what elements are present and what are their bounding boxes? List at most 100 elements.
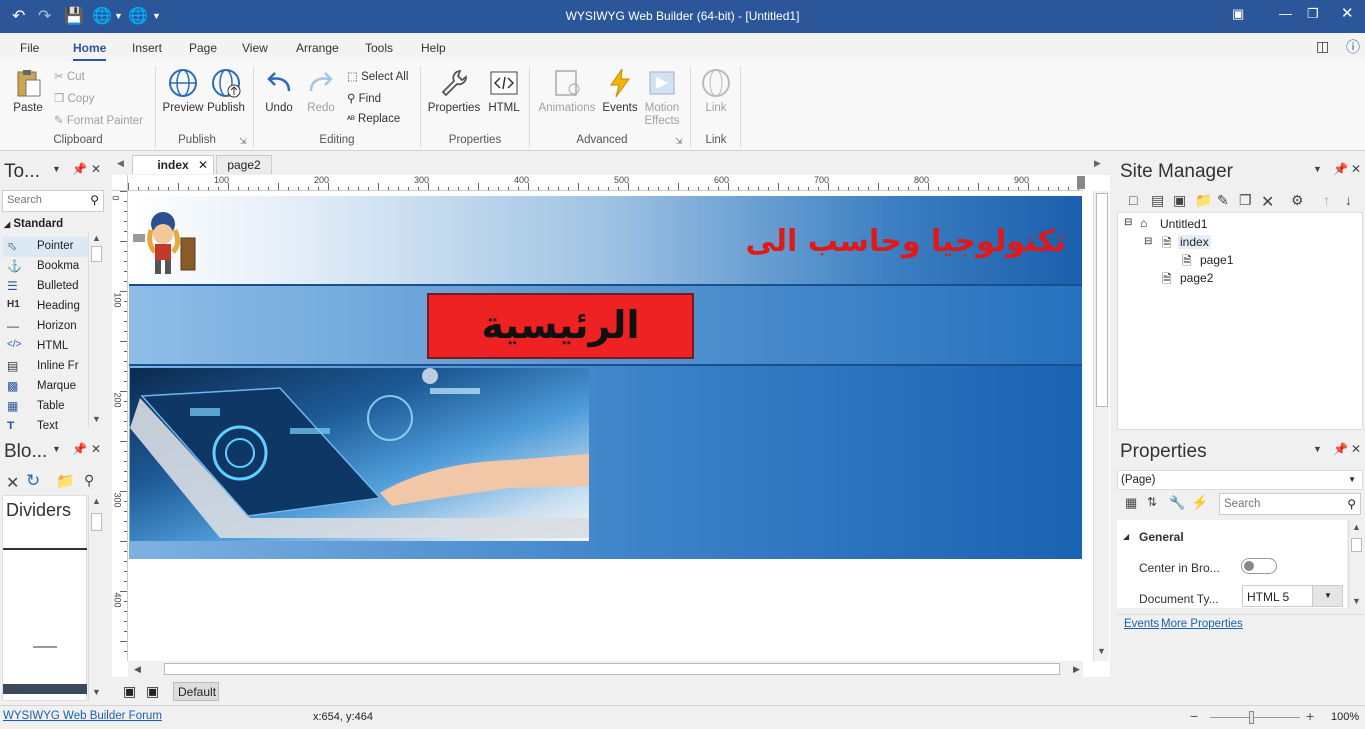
categorized-icon[interactable]: ▦ [1125, 495, 1137, 511]
close-tab-icon[interactable]: ✕ [198, 158, 208, 172]
site-title[interactable]: تكنولوجيا وحاسب الى [745, 224, 1066, 259]
menu-view[interactable]: View [242, 41, 268, 55]
link-button[interactable]: Link [696, 67, 736, 114]
link-page-icon[interactable]: ▣ [1173, 192, 1186, 209]
menu-insert[interactable]: Insert [132, 41, 162, 55]
properties-search-box[interactable]: ⚲ [1219, 493, 1361, 515]
redo-button[interactable]: Redo [302, 67, 340, 114]
hero-image[interactable] [130, 368, 589, 541]
pin-icon[interactable]: 📌 [1333, 442, 1348, 456]
center-in-browser-toggle[interactable] [1241, 558, 1277, 574]
new-page-from-template-icon[interactable]: ▤ [1151, 192, 1164, 209]
cut-button[interactable]: ✂ Cut [54, 69, 85, 83]
scroll-up-icon[interactable]: ▲ [92, 233, 101, 243]
advanced-dialog-launcher-icon[interactable]: ⇲ [675, 136, 683, 147]
divider-block-preview[interactable] [3, 548, 87, 550]
collapse-icon[interactable]: ⊟ [1144, 236, 1152, 247]
search-icon[interactable]: ⚲ [1347, 497, 1356, 511]
toolbox-scrollbar[interactable]: ▲ ▼ [88, 232, 104, 428]
minimize-icon[interactable]: — [1279, 6, 1292, 21]
events-link[interactable]: Events [1124, 618, 1159, 630]
add-page-icon[interactable]: ▣ [123, 683, 136, 700]
restore-ribbon-icon[interactable]: ▣ [1232, 6, 1244, 22]
object-selector[interactable]: (Page) ▼ [1117, 470, 1363, 490]
pin-icon[interactable]: 📌 [1333, 162, 1348, 176]
select-all-button[interactable]: ⬚ Select All [347, 69, 408, 83]
collapse-icon[interactable]: ◢ [1123, 532, 1129, 541]
more-properties-link[interactable]: More Properties [1161, 618, 1243, 630]
collapse-icon[interactable]: ⊟ [1124, 217, 1132, 228]
menu-tools[interactable]: Tools [365, 41, 393, 55]
scroll-down-icon[interactable]: ▼ [1352, 596, 1361, 606]
panel-menu-icon[interactable]: ▼ [52, 164, 61, 174]
canvas-vertical-scrollbar[interactable]: ▼ [1093, 191, 1109, 661]
tree-item-page2[interactable]: page2 [1180, 271, 1213, 285]
close-panel-icon[interactable]: ✕ [1351, 162, 1361, 176]
close-panel-icon[interactable]: ✕ [1351, 442, 1361, 456]
menu-arrange[interactable]: Arrange [296, 41, 339, 55]
layer-default-button[interactable]: Default [173, 682, 219, 701]
home-button[interactable]: الرئيسية [427, 293, 694, 359]
scroll-down-icon[interactable]: ▼ [92, 414, 101, 424]
menu-help[interactable]: Help [421, 41, 446, 55]
scroll-up-icon[interactable]: ▲ [1352, 522, 1361, 532]
menu-file[interactable]: File [20, 41, 39, 55]
divider-block-preview[interactable] [3, 684, 87, 694]
scroll-thumb[interactable] [164, 663, 1060, 675]
search-icon[interactable]: ⚲ [84, 472, 94, 489]
zoom-slider-thumb[interactable] [1248, 711, 1254, 724]
pin-icon[interactable]: 📌 [72, 162, 87, 176]
move-down-icon[interactable]: ↓ [1345, 192, 1352, 208]
toolbox-search-input[interactable] [7, 194, 85, 206]
panel-menu-icon[interactable]: ▼ [1313, 164, 1322, 174]
scroll-thumb[interactable] [1351, 538, 1362, 552]
search-icon[interactable]: ⚲ [90, 193, 99, 207]
preview-button[interactable]: Preview [162, 67, 204, 114]
close-panel-icon[interactable]: ✕ [91, 442, 101, 456]
events-lightning-icon[interactable]: ⚡ [1191, 494, 1208, 511]
properties-search-input[interactable] [1224, 498, 1334, 510]
zoom-in-icon[interactable]: + [1306, 708, 1314, 724]
web-page-design[interactable]: تكنولوجيا وحاسب الى الرئيسية [129, 196, 1082, 559]
help-icon[interactable]: ⓘ [1346, 37, 1360, 57]
wrench-icon[interactable]: 🔧 [1169, 495, 1185, 511]
mascot-image[interactable] [133, 208, 209, 278]
scroll-up-icon[interactable]: ▲ [92, 496, 101, 506]
tab-page2[interactable]: page2 [216, 155, 272, 174]
publish-button[interactable]: Publish [205, 67, 247, 114]
divider-block-preview[interactable] [33, 646, 57, 648]
animations-button[interactable]: Animations [535, 67, 599, 114]
find-button[interactable]: ⚲ Find [347, 91, 381, 105]
events-button[interactable]: Events [600, 67, 640, 114]
tabs-right-icon[interactable]: ▶ [1094, 158, 1101, 169]
page-properties-icon[interactable]: ⚙ [1291, 192, 1304, 209]
new-page-icon[interactable]: □ [1129, 192, 1137, 208]
scroll-right-icon[interactable]: ▶ [1073, 664, 1080, 675]
page-settings-icon[interactable]: ▣ [146, 683, 159, 700]
folder-icon[interactable]: 📁 [56, 472, 75, 490]
tree-item-untitled1[interactable]: Untitled1 [1160, 217, 1207, 231]
pin-icon[interactable]: 📌 [72, 442, 87, 456]
format-painter-button[interactable]: ✎ Format Painter [54, 113, 143, 127]
menu-home[interactable]: Home [73, 41, 107, 61]
scroll-thumb[interactable] [91, 513, 102, 531]
layout-icon[interactable]: ◫ [1316, 38, 1329, 55]
properties-button[interactable]: Properties [426, 67, 482, 114]
header-band[interactable]: تكنولوجيا وحاسب الى [129, 196, 1082, 286]
canvas-horizontal-scrollbar[interactable]: ◀ ▶ [128, 661, 1083, 677]
scroll-thumb[interactable] [91, 246, 102, 262]
chevron-down-icon[interactable]: ▼ [1348, 475, 1356, 484]
tree-item-index[interactable]: index [1178, 235, 1211, 249]
tabs-left-icon[interactable]: ◀ [117, 158, 124, 169]
panel-menu-icon[interactable]: ▼ [52, 444, 61, 454]
publish-dialog-launcher-icon[interactable]: ⇲ [239, 136, 247, 147]
menu-page[interactable]: Page [189, 41, 217, 55]
html-button[interactable]: HTML [486, 67, 522, 114]
scroll-down-icon[interactable]: ▼ [1097, 646, 1106, 656]
maximize-icon[interactable]: ❐ [1307, 6, 1319, 22]
paste-button[interactable]: Paste [8, 67, 48, 114]
panel-menu-icon[interactable]: ▼ [1313, 444, 1322, 454]
scroll-thumb[interactable] [1096, 193, 1108, 407]
toolbox-category[interactable]: ◢ Standard [4, 218, 63, 230]
blocks-scrollbar[interactable]: ▲ ▼ [88, 495, 104, 701]
